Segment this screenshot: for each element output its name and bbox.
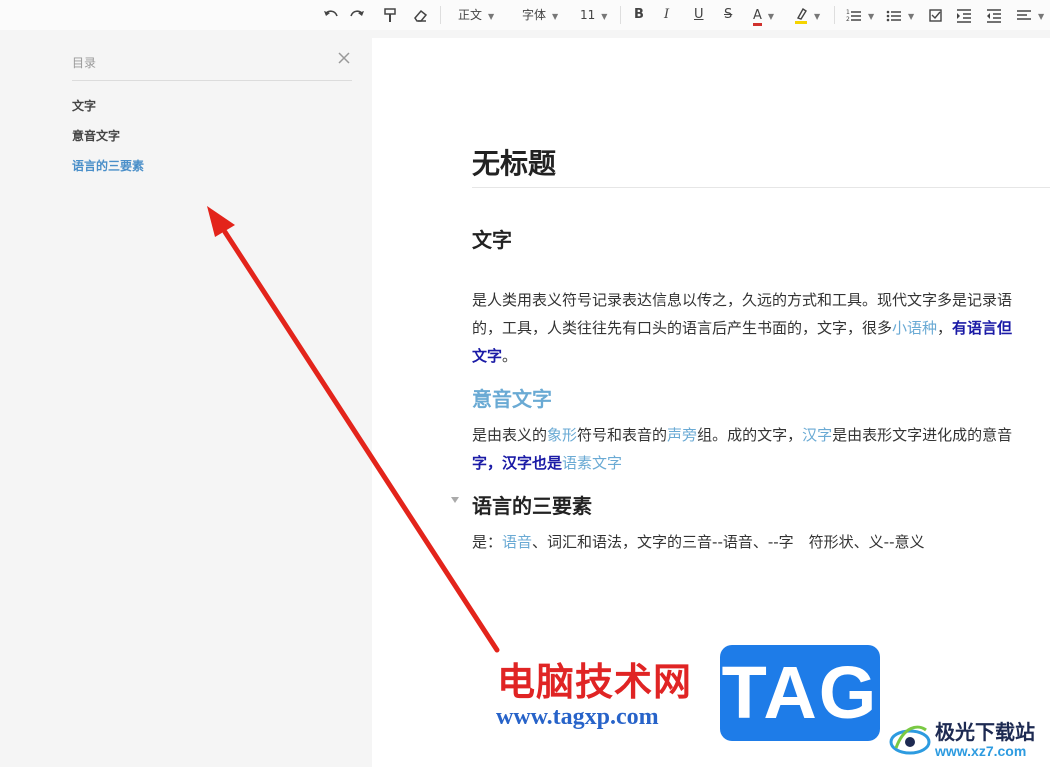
strikethrough-button[interactable]: S — [724, 5, 732, 25]
svg-text:1: 1 — [846, 9, 850, 16]
text-run: 、词汇和语法，文字的三音--语音、--字 符形状、义--意义 — [532, 533, 925, 551]
font-family-select[interactable]: 字体 ▼ — [522, 5, 558, 25]
indent-icon[interactable] — [956, 5, 972, 25]
document-editor[interactable]: 无标题 文字 是人类用表义符号记录表达信息以传之，久远的方式和工具。现代文字多是… — [372, 38, 1050, 767]
link-xiaoyuzhong[interactable]: 小语种 — [892, 319, 937, 337]
table-of-contents-panel: 目录 文字 意音文字 语言的三要素 — [0, 30, 372, 767]
link-yusu-wenzi[interactable]: 语素文字 — [562, 454, 622, 472]
text-run: 是由表形文字进化成的意音 — [832, 426, 1013, 444]
toc-header: 目录 — [72, 52, 352, 81]
font-size-value: 11 — [580, 8, 596, 22]
close-icon[interactable] — [336, 50, 352, 66]
font-size-select[interactable]: 11 ▼ — [580, 5, 607, 25]
align-left-icon — [1017, 10, 1031, 20]
chevron-down-icon: ▼ — [488, 12, 495, 21]
paragraph-line[interactable]: 是由表义的象形符号和表音的声旁组。成的文字，汉字是由表形文字进化成的意音 — [472, 425, 1012, 445]
undo-icon[interactable] — [322, 5, 340, 25]
underline-button[interactable]: U — [694, 5, 704, 25]
bullet-list-button[interactable]: ▼ — [886, 5, 914, 25]
paragraph-line[interactable]: 字，汉字也是语素文字 — [472, 453, 622, 473]
link-hanzi[interactable]: 汉字 — [802, 426, 832, 444]
bullet-list-icon — [886, 10, 901, 22]
toolbar-divider — [440, 6, 441, 24]
paragraph-line[interactable]: 是人类用表义符号记录表达信息以传之，久远的方式和工具。现代文字多是记录语 — [472, 290, 1012, 310]
heading-wenzi[interactable]: 文字 — [472, 224, 512, 253]
format-painter-icon[interactable] — [382, 5, 398, 25]
watermark-brand-url: www.tagxp.com — [496, 704, 659, 730]
ordered-list-icon: 12 — [846, 9, 861, 23]
link-shengpang[interactable]: 声旁 — [667, 426, 697, 444]
font-color-label: A — [753, 8, 762, 26]
text-run: ， — [937, 319, 953, 337]
highlighter-icon — [795, 7, 807, 24]
italic-button[interactable]: I — [664, 5, 669, 25]
bold-button[interactable]: B — [634, 5, 644, 25]
toc-item-sanyaosu[interactable]: 语言的三要素 — [72, 157, 144, 174]
text-run: 。 — [502, 347, 518, 365]
text-run: 组。成的文字， — [697, 426, 803, 444]
paragraph-line[interactable]: 是：语音、词汇和语法，文字的三音--语音、--字 符形状、义--意义 — [472, 532, 925, 552]
watermark-site-url: www.xz7.com — [935, 743, 1027, 759]
toc-item-yiyin-wenzi[interactable]: 意音文字 — [72, 127, 120, 144]
watermark-tag-logo: TAG — [720, 645, 880, 741]
font-color-button[interactable]: A ▼ — [753, 5, 775, 26]
toc-item-wenzi[interactable]: 文字 — [72, 97, 96, 114]
svg-text:2: 2 — [846, 16, 850, 23]
watermark-site-name: 极光下载站 — [935, 720, 1035, 744]
paragraph-line[interactable]: 的，工具，人类往往先有口头的语言后产生书面的，文字，很多小语种，有语言但 — [472, 318, 1012, 338]
link-xiangxing[interactable]: 象形 — [547, 426, 577, 444]
chevron-down-icon: ▼ — [767, 12, 775, 21]
text-run: 是由表义的 — [472, 426, 548, 444]
toolbar-divider — [834, 6, 835, 24]
redo-icon[interactable] — [348, 5, 366, 25]
text-run: 的，工具，人类往往先有口头的语言后产生书面的，文字，很多 — [472, 319, 893, 337]
paragraph-line[interactable]: 文字。 — [472, 346, 517, 366]
emphasis-text: 文字 — [472, 347, 503, 365]
ordered-list-button[interactable]: 1 2 ▼ — [846, 5, 874, 25]
outdent-icon[interactable] — [986, 5, 1002, 25]
chevron-down-icon: ▼ — [552, 12, 559, 21]
collapse-triangle-icon[interactable] — [450, 496, 460, 504]
aurora-logo-icon — [889, 725, 931, 755]
heading-sanyaosu[interactable]: 语言的三要素 — [472, 490, 592, 519]
paragraph-style-value: 正文 — [458, 8, 483, 22]
highlight-button[interactable]: ▼ — [794, 5, 820, 25]
chevron-down-icon: ▼ — [908, 12, 915, 21]
toc-title: 目录 — [72, 56, 97, 70]
title-divider — [472, 187, 1050, 188]
chevron-down-icon: ▼ — [601, 12, 608, 21]
align-button[interactable]: ▼ — [1016, 5, 1044, 25]
formatting-toolbar: 正文 ▼ 字体 ▼ 11 ▼ B I U S A ▼ ▼ 1 2 ▼ ▼ ▼ — [0, 0, 1050, 30]
link-yuyin[interactable]: 语音 — [502, 533, 532, 551]
chevron-down-icon: ▼ — [868, 12, 875, 21]
eraser-icon[interactable] — [412, 5, 428, 25]
chevron-down-icon: ▼ — [814, 12, 821, 21]
chevron-down-icon: ▼ — [1038, 12, 1045, 21]
emphasis-text: 字，汉字也是 — [472, 454, 563, 472]
text-run: 符号和表音的 — [577, 426, 668, 444]
emphasis-text: 有语言但 — [952, 319, 1013, 337]
font-family-value: 字体 — [522, 8, 547, 22]
text-run: 是： — [472, 533, 503, 551]
paragraph-style-select[interactable]: 正文 ▼ — [458, 5, 494, 25]
watermark-brand-text: 电脑技术网 — [497, 660, 693, 704]
heading-yiyin-wenzi[interactable]: 意音文字 — [472, 383, 552, 412]
text-run: 是人类用表义符号记录表达信息以传之，久远的方式和工具。现代文字多是记录语 — [472, 291, 1013, 309]
document-title[interactable]: 无标题 — [472, 142, 556, 182]
toolbar-divider — [620, 6, 621, 24]
checkbox-list-icon[interactable] — [928, 5, 944, 25]
